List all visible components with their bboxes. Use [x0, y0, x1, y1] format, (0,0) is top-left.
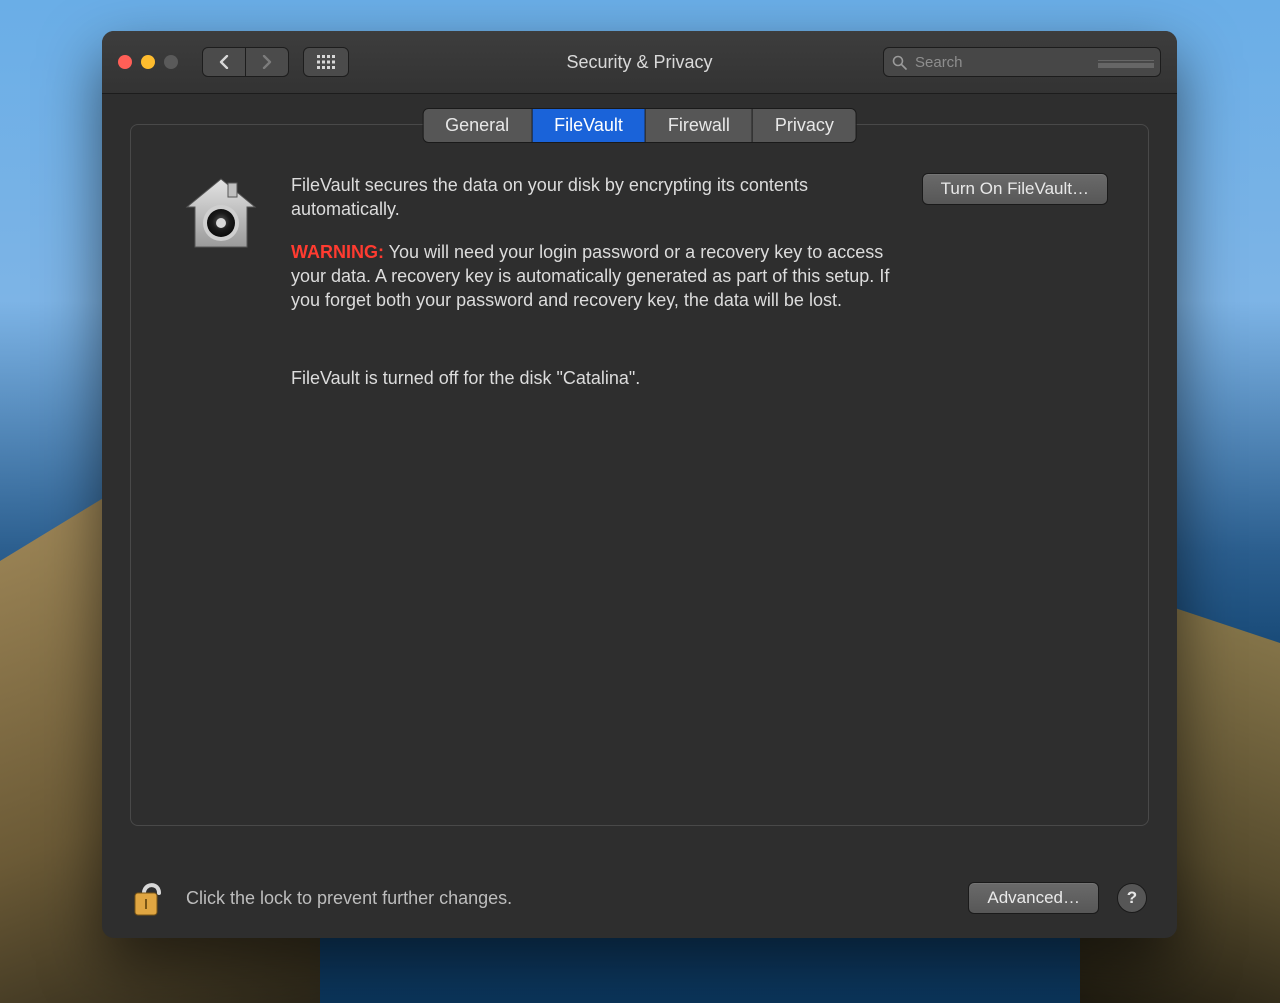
tab-label: Firewall [668, 115, 730, 135]
search-icon [892, 55, 907, 70]
lock-hint-text: Click the lock to prevent further change… [186, 888, 512, 909]
preferences-window: Security & Privacy General FileVault Fir… [102, 31, 1177, 938]
content-panel: General FileVault Firewall Privacy [130, 124, 1149, 826]
tab-label: Privacy [775, 115, 834, 135]
lock-open-icon [132, 875, 164, 917]
advanced-button[interactable]: Advanced… [968, 882, 1099, 914]
tab-general[interactable]: General [423, 109, 532, 142]
grid-icon [317, 55, 335, 69]
traffic-lights [118, 55, 178, 69]
lock-button[interactable] [132, 875, 164, 922]
close-window-button[interactable] [118, 55, 132, 69]
search-field-wrapper[interactable] [883, 47, 1161, 77]
warning-label: WARNING: [291, 242, 384, 262]
chevron-left-icon [218, 55, 230, 69]
tab-label: General [445, 115, 509, 135]
forward-button[interactable] [246, 47, 289, 77]
chevron-right-icon [261, 55, 273, 69]
filevault-warning: WARNING: You will need your login passwo… [291, 240, 892, 313]
tab-filevault[interactable]: FileVault [532, 109, 646, 142]
filevault-house-icon [181, 173, 261, 253]
button-label: Turn On FileVault… [941, 179, 1089, 198]
tab-label: FileVault [554, 115, 623, 135]
help-label: ? [1127, 888, 1137, 908]
turn-on-filevault-button[interactable]: Turn On FileVault… [922, 173, 1108, 205]
back-button[interactable] [202, 47, 246, 77]
help-button[interactable]: ? [1117, 883, 1147, 913]
window-footer: Click the lock to prevent further change… [102, 858, 1177, 938]
button-label: Advanced… [987, 888, 1080, 907]
zoom-window-button[interactable] [164, 55, 178, 69]
search-resize-grip[interactable] [1098, 60, 1154, 64]
tab-bar: General FileVault Firewall Privacy [422, 108, 857, 143]
window-titlebar: Security & Privacy [102, 31, 1177, 94]
tab-firewall[interactable]: Firewall [646, 109, 753, 142]
nav-segment [202, 47, 289, 77]
filevault-status: FileVault is turned off for the disk "Ca… [291, 366, 1108, 390]
show-all-button[interactable] [303, 47, 349, 77]
tab-privacy[interactable]: Privacy [753, 109, 856, 142]
minimize-window-button[interactable] [141, 55, 155, 69]
filevault-description: FileVault secures the data on your disk … [291, 173, 892, 222]
